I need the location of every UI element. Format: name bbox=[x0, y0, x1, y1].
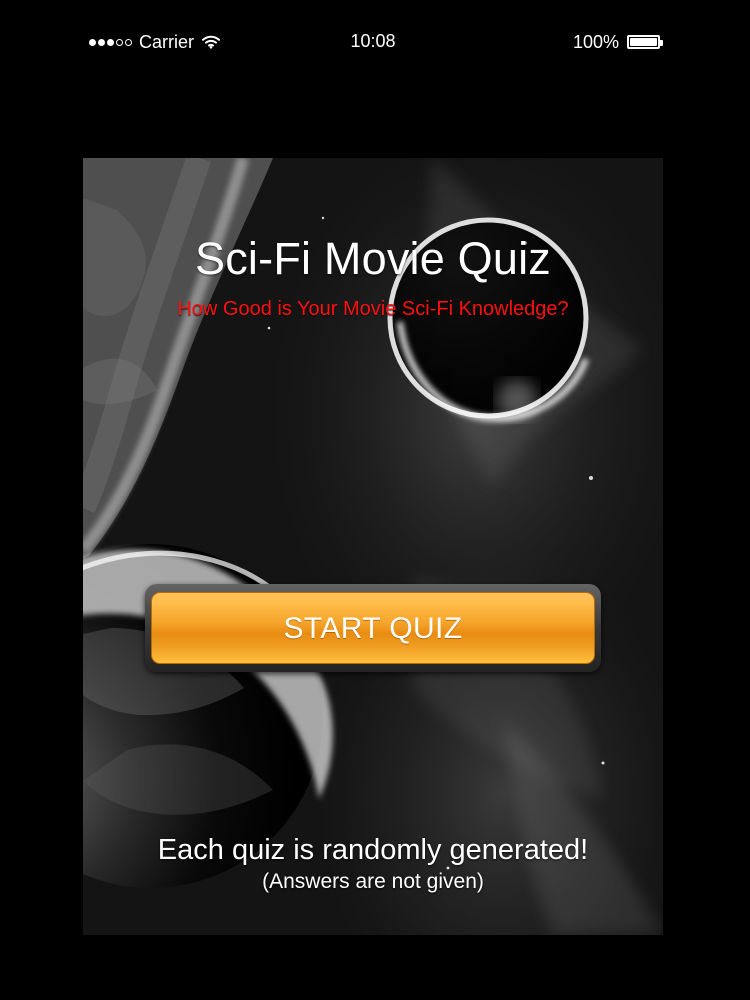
space-hero-panel: Sci-Fi Movie Quiz How Good is Your Movie… bbox=[83, 158, 663, 935]
status-right-group: 100% bbox=[572, 31, 663, 53]
battery-fill-icon bbox=[630, 38, 657, 46]
start-quiz-button[interactable]: START QUIZ bbox=[151, 592, 595, 664]
battery-icon bbox=[627, 35, 663, 49]
page-title: Sci-Fi Movie Quiz bbox=[195, 233, 551, 284]
battery-cap-icon bbox=[660, 40, 663, 46]
status-bar: Carrier 10:08 100% bbox=[0, 0, 750, 84]
app-screen: Carrier 10:08 100% Sci-Fi Movie Quiz How… bbox=[0, 0, 750, 1000]
start-quiz-button-frame: START QUIZ bbox=[145, 584, 601, 672]
page-subtitle: How Good is Your Movie Sci-Fi Knowledge? bbox=[177, 298, 569, 320]
quiz-generation-note: Each quiz is randomly generated! bbox=[157, 834, 589, 866]
battery-percentage: 100% bbox=[572, 32, 619, 52]
answers-note: (Answers are not given) bbox=[262, 870, 484, 893]
